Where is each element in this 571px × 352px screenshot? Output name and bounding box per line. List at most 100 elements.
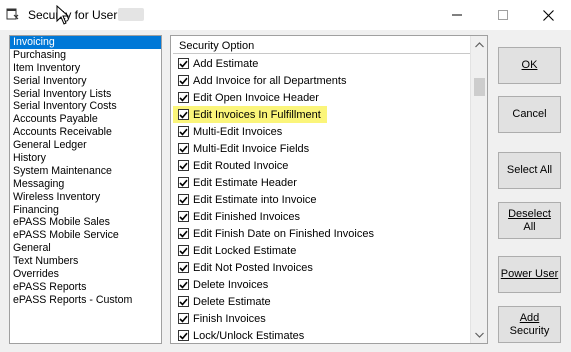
category-item[interactable]: Serial Inventory <box>10 75 161 88</box>
scroll-up-button[interactable] <box>471 36 487 53</box>
deselect-all-button[interactable]: Deselect All <box>498 202 561 239</box>
add-security-label-line1: Add <box>519 311 540 324</box>
category-item[interactable]: Accounts Receivable <box>10 126 161 139</box>
category-item[interactable]: ePASS Reports - Custom <box>10 294 161 307</box>
option-checkbox[interactable] <box>178 296 189 307</box>
security-option-cell: Add Estimate <box>173 55 264 72</box>
checkmark-icon <box>179 230 188 238</box>
security-option-cell: Multi-Edit Invoice Fields <box>173 140 315 157</box>
option-checkbox[interactable] <box>178 58 189 69</box>
security-option-row[interactable]: Finish Invoices <box>173 310 470 327</box>
security-option-row[interactable]: Edit Estimate Header <box>173 174 470 191</box>
checkmark-icon <box>179 179 188 187</box>
category-item[interactable]: ePASS Mobile Service <box>10 229 161 242</box>
security-option-cell: Edit Finish Date on Finished Invoices <box>173 225 380 242</box>
option-checkbox[interactable] <box>178 211 189 222</box>
option-checkbox[interactable] <box>178 262 189 273</box>
category-item[interactable]: Serial Inventory Lists <box>10 88 161 101</box>
checkmark-icon <box>179 111 188 119</box>
security-option-row[interactable]: Edit Open Invoice Header <box>173 89 470 106</box>
option-label: Edit Locked Estimate <box>193 244 297 257</box>
category-item[interactable]: Text Numbers <box>10 255 161 268</box>
security-option-row[interactable]: Add Estimate <box>173 55 470 72</box>
checkmark-icon <box>179 298 188 306</box>
maximize-icon <box>498 10 508 20</box>
security-option-row[interactable]: Add Invoice for all Departments <box>173 72 470 89</box>
select-all-button[interactable]: Select All <box>498 152 561 189</box>
checkmark-icon <box>179 332 188 340</box>
category-list[interactable]: Invoicing Purchasing Item Inventory Serial … <box>9 35 162 344</box>
option-checkbox[interactable] <box>178 330 189 341</box>
security-option-row[interactable]: Edit Routed Invoice <box>173 157 470 174</box>
security-option-cell: Delete Estimate <box>173 293 277 310</box>
category-item[interactable]: Accounts Payable <box>10 113 161 126</box>
power-user-button[interactable]: Power User <box>498 256 561 293</box>
security-option-row[interactable]: Edit Finished Invoices <box>173 208 470 225</box>
option-checkbox[interactable] <box>178 313 189 324</box>
minimize-button[interactable] <box>434 0 480 30</box>
scroll-thumb[interactable] <box>474 78 485 96</box>
option-checkbox[interactable] <box>178 92 189 103</box>
vertical-scrollbar[interactable] <box>470 36 487 343</box>
option-checkbox[interactable] <box>178 228 189 239</box>
option-label: Delete Estimate <box>193 295 271 308</box>
category-item[interactable]: Item Inventory <box>10 62 161 75</box>
category-item[interactable]: History <box>10 152 161 165</box>
security-option-row[interactable]: Lock/Unlock Estimates <box>173 327 470 343</box>
title-bar[interactable]: Security for User: <box>0 0 571 30</box>
security-option-cell: Edit Locked Estimate <box>173 242 302 259</box>
security-options-list[interactable]: Security Option Add Estimate Add Invoice … <box>170 35 488 344</box>
maximize-button[interactable] <box>480 0 526 30</box>
power-user-button-label: Power User <box>500 268 559 280</box>
security-option-row[interactable]: Multi-Edit Invoices <box>173 123 470 140</box>
category-item[interactable]: Financing <box>10 204 161 217</box>
add-security-button[interactable]: Add Security <box>498 306 561 343</box>
option-checkbox[interactable] <box>178 177 189 188</box>
security-option-row[interactable]: Edit Estimate into Invoice <box>173 191 470 208</box>
checkmark-icon <box>179 264 188 272</box>
ok-button[interactable]: OK <box>498 47 561 84</box>
option-checkbox[interactable] <box>178 109 189 120</box>
category-item[interactable]: System Maintenance <box>10 165 161 178</box>
close-button[interactable] <box>525 0 571 30</box>
category-item[interactable]: Invoicing <box>10 36 161 49</box>
category-item[interactable]: General Ledger <box>10 139 161 152</box>
checkmark-icon <box>179 94 188 102</box>
security-option-row[interactable]: Multi-Edit Invoice Fields <box>173 140 470 157</box>
close-icon <box>542 9 554 21</box>
security-option-row[interactable]: Edit Finish Date on Finished Invoices <box>173 225 470 242</box>
scroll-down-button[interactable] <box>471 326 487 343</box>
category-item[interactable]: Purchasing <box>10 49 161 62</box>
security-option-row[interactable]: Edit Locked Estimate <box>173 242 470 259</box>
category-item[interactable]: Messaging <box>10 178 161 191</box>
add-security-label-line2: Security <box>509 324 550 337</box>
window-title: Security for User: <box>28 8 121 22</box>
checkmark-icon <box>179 213 188 221</box>
category-item[interactable]: Overrides <box>10 268 161 281</box>
checkmark-icon <box>179 128 188 136</box>
ok-button-label: OK <box>521 59 538 71</box>
option-checkbox[interactable] <box>178 75 189 86</box>
cancel-button[interactable]: Cancel <box>498 96 561 133</box>
category-item[interactable]: ePASS Mobile Sales <box>10 216 161 229</box>
option-checkbox[interactable] <box>178 126 189 137</box>
category-item[interactable]: ePASS Reports <box>10 281 161 294</box>
option-checkbox[interactable] <box>178 194 189 205</box>
option-checkbox[interactable] <box>178 160 189 171</box>
option-label: Finish Invoices <box>193 312 266 325</box>
option-checkbox[interactable] <box>178 245 189 256</box>
option-checkbox[interactable] <box>178 279 189 290</box>
option-checkbox[interactable] <box>178 143 189 154</box>
security-option-row[interactable]: Edit Invoices In Fulfillment <box>173 106 470 123</box>
security-option-row[interactable]: Delete Estimate <box>173 293 470 310</box>
mouse-cursor-icon <box>56 5 70 25</box>
category-item[interactable]: General <box>10 242 161 255</box>
security-option-cell: Edit Invoices In Fulfillment <box>173 106 327 123</box>
security-option-row[interactable]: Edit Not Posted Invoices <box>173 259 470 276</box>
category-item[interactable]: Serial Inventory Costs <box>10 100 161 113</box>
security-option-row[interactable]: Delete Invoices <box>173 276 470 293</box>
security-option-cell: Lock/Unlock Estimates <box>173 327 310 343</box>
security-option-header[interactable]: Security Option <box>173 38 470 54</box>
category-item[interactable]: Wireless Inventory <box>10 191 161 204</box>
minimize-icon <box>452 14 462 16</box>
